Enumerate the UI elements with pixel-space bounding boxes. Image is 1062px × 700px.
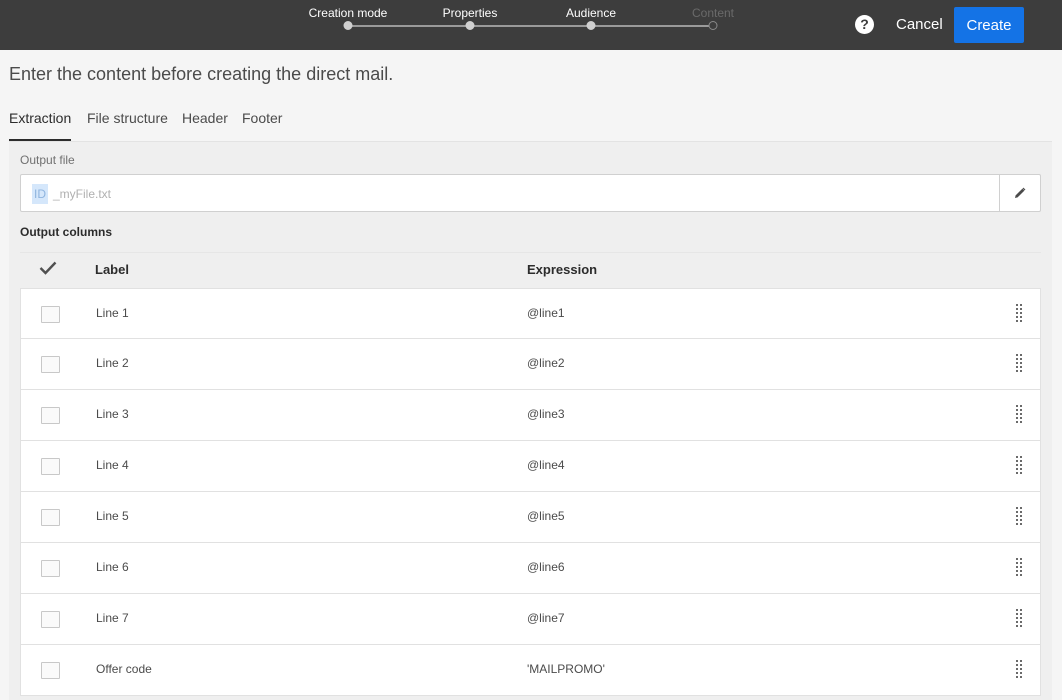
drag-handle-icon[interactable] <box>1016 405 1024 425</box>
row-checkbox[interactable] <box>41 458 60 475</box>
output-file-label: Output file <box>20 153 75 167</box>
step-label: Creation mode <box>308 6 388 20</box>
cancel-button[interactable]: Cancel <box>888 8 951 42</box>
row-expression: @line5 <box>527 509 565 523</box>
row-checkbox[interactable] <box>41 306 60 323</box>
table-header: Label Expression <box>20 252 1041 288</box>
output-file-value[interactable]: _myFile.txt <box>53 184 111 204</box>
row-expression: 'MAILPROMO' <box>527 662 605 676</box>
step-dot <box>465 21 475 30</box>
table-row[interactable]: Line 6 @line6 <box>20 543 1041 594</box>
table-row[interactable]: Line 2 @line2 <box>20 339 1041 390</box>
wizard-bar: Creation mode Properties Audience Conten… <box>0 0 1062 50</box>
row-expression: @line3 <box>527 407 565 421</box>
row-expression: @line7 <box>527 611 565 625</box>
table-row[interactable]: Line 3 @line3 <box>20 390 1041 441</box>
id-token[interactable]: ID <box>32 184 48 204</box>
tab-header[interactable]: Header <box>182 110 228 141</box>
pencil-icon <box>1015 187 1026 198</box>
row-expression: @line4 <box>527 458 565 472</box>
row-label: Line 5 <box>96 509 129 523</box>
table-row[interactable]: Line 7 @line7 <box>20 594 1041 645</box>
drag-handle-icon[interactable] <box>1016 507 1024 527</box>
tab-footer[interactable]: Footer <box>242 110 282 141</box>
table-row[interactable]: Line 4 @line4 <box>20 441 1041 492</box>
drag-handle-icon[interactable] <box>1016 456 1024 476</box>
table-row[interactable]: Line 1 @line1 <box>20 288 1041 339</box>
column-header-expression: Expression <box>527 262 598 277</box>
row-label: Offer code <box>96 662 152 676</box>
table-row[interactable]: Offer code 'MAILPROMO' <box>20 645 1041 696</box>
row-label: Line 6 <box>96 560 129 574</box>
row-label: Line 1 <box>96 306 129 320</box>
table-row[interactable]: Line 5 @line5 <box>20 492 1041 543</box>
checkmark-icon[interactable] <box>39 261 57 280</box>
drag-handle-icon[interactable] <box>1016 609 1024 629</box>
step-dot <box>708 21 718 30</box>
row-label: Line 3 <box>96 407 129 421</box>
help-icon[interactable]: ? <box>855 15 874 34</box>
page-title: Enter the content before creating the di… <box>9 64 394 84</box>
step-label: Audience <box>565 6 617 20</box>
row-label: Line 4 <box>96 458 129 472</box>
output-columns-heading: Output columns <box>20 225 112 239</box>
row-checkbox[interactable] <box>41 662 60 679</box>
create-button[interactable]: Create <box>954 7 1024 43</box>
row-checkbox[interactable] <box>41 509 60 526</box>
tab-extraction[interactable]: Extraction <box>9 110 72 141</box>
row-label: Line 7 <box>96 611 129 625</box>
row-expression: @line1 <box>527 306 565 320</box>
step-dot <box>343 21 353 30</box>
row-expression: @line2 <box>527 356 565 370</box>
step-label: Properties <box>442 6 498 20</box>
row-checkbox[interactable] <box>41 407 60 424</box>
drag-handle-icon[interactable] <box>1016 558 1024 578</box>
row-checkbox[interactable] <box>41 560 60 577</box>
row-checkbox[interactable] <box>41 356 60 373</box>
step-track <box>348 25 713 27</box>
row-label: Line 2 <box>96 356 129 370</box>
tab-file-structure[interactable]: File structure <box>87 110 168 141</box>
drag-handle-icon[interactable] <box>1016 304 1024 324</box>
drag-handle-icon[interactable] <box>1016 354 1024 374</box>
row-checkbox[interactable] <box>41 611 60 628</box>
row-expression: @line6 <box>527 560 565 574</box>
step-dot <box>586 21 596 30</box>
column-header-label: Label <box>95 262 129 277</box>
step-label: Content <box>691 6 735 20</box>
edit-button[interactable] <box>999 175 1040 211</box>
drag-handle-icon[interactable] <box>1016 660 1024 680</box>
output-file-field[interactable]: ID _myFile.txt <box>20 174 1041 212</box>
